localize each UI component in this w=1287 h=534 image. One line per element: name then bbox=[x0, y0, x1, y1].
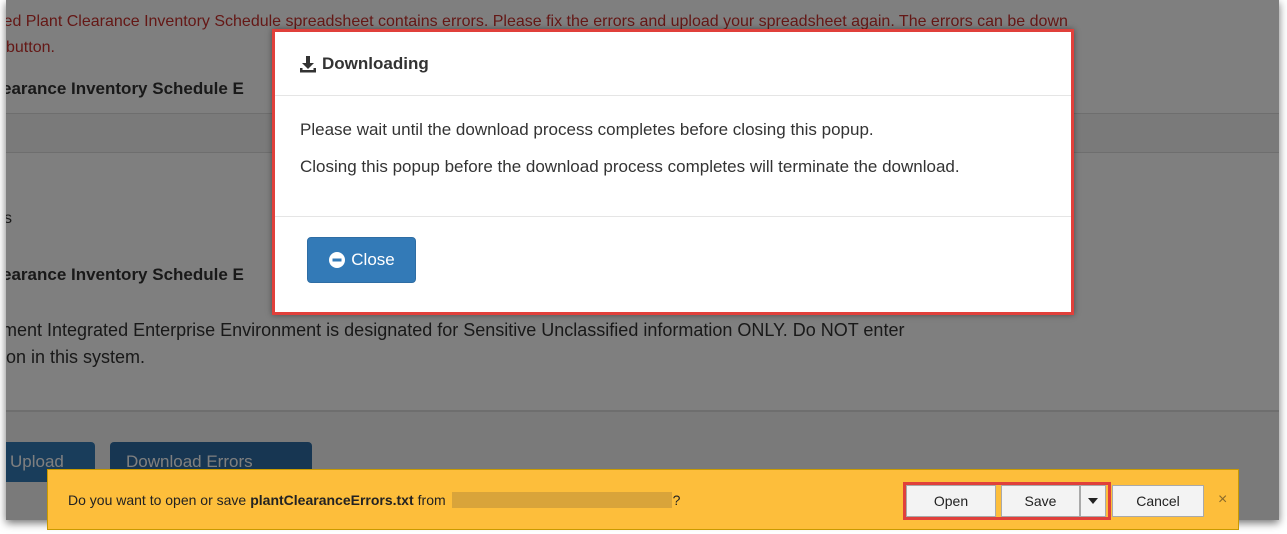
screenshot-frame: led Plant Clearance Inventory Schedule s… bbox=[6, 0, 1279, 520]
download-from-label: from bbox=[417, 491, 446, 508]
dialog-message-line1: Please wait until the download process c… bbox=[300, 120, 874, 139]
download-prompt-prefix: Do you want to open or save bbox=[68, 491, 247, 508]
dismiss-icon[interactable]: × bbox=[1218, 470, 1227, 529]
highlight-box bbox=[903, 482, 1111, 520]
download-prompt-suffix: ? bbox=[672, 491, 681, 508]
download-filename: plantClearanceErrors.txt bbox=[250, 491, 414, 508]
downloading-dialog: Downloading Please wait until the downlo… bbox=[272, 29, 1074, 315]
download-notification-bar: Do you want to open or save plantClearan… bbox=[47, 469, 1239, 530]
download-prompt: Do you want to open or save plantClearan… bbox=[68, 470, 680, 529]
download-icon bbox=[300, 55, 316, 72]
close-button-label: Close bbox=[351, 250, 395, 269]
minus-circle-icon bbox=[329, 252, 346, 268]
dialog-message-line2: Closing this popup before the download p… bbox=[300, 157, 960, 176]
close-button[interactable]: Close bbox=[307, 237, 416, 283]
dialog-footer: Close bbox=[275, 217, 1071, 313]
cancel-button[interactable]: Cancel bbox=[1112, 485, 1204, 517]
redacted-source bbox=[451, 491, 672, 508]
dialog-body: Please wait until the download process c… bbox=[275, 96, 1071, 217]
dialog-header: Downloading bbox=[275, 32, 1071, 96]
dialog-title: Downloading bbox=[322, 53, 429, 73]
cancel-button-label: Cancel bbox=[1136, 493, 1180, 509]
